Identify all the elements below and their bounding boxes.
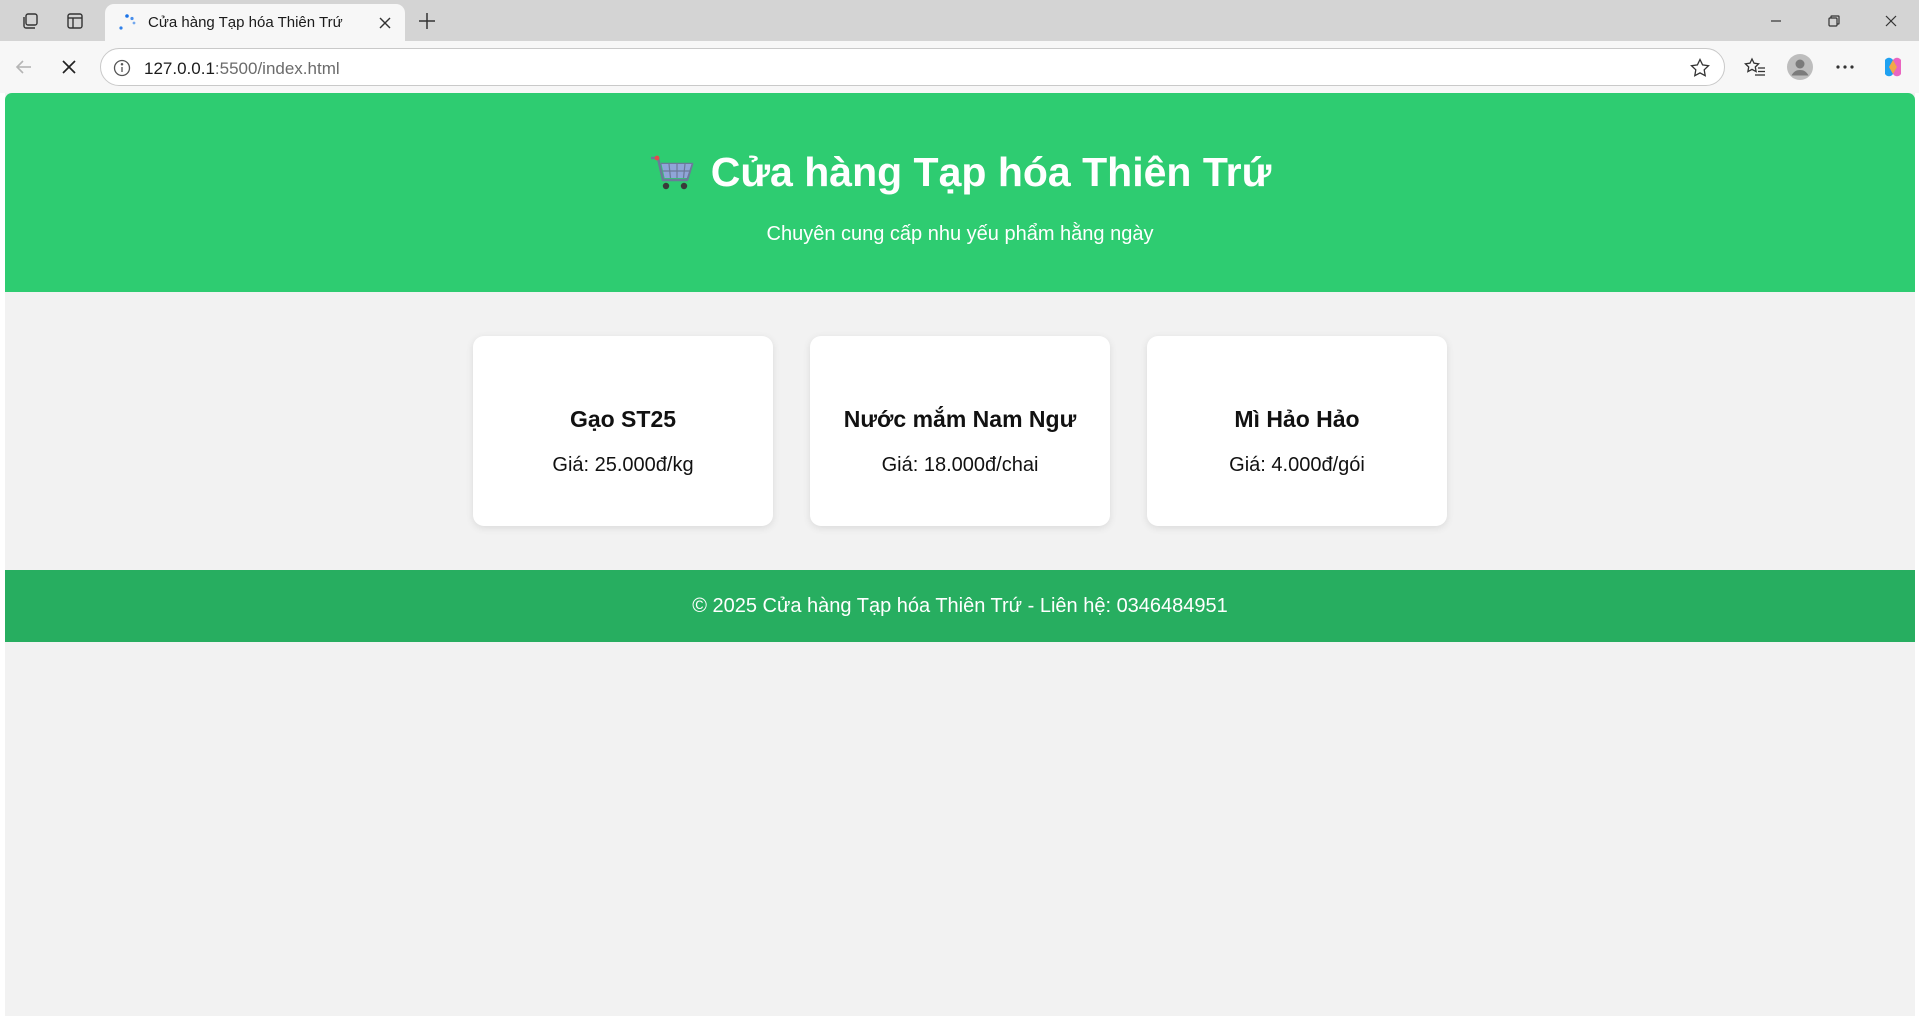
product-card: Nước mắm Nam Ngư Giá: 18.000đ/chai: [810, 336, 1110, 526]
product-name: Mì Hảo Hảo: [1234, 406, 1360, 432]
copilot-icon[interactable]: [1876, 50, 1910, 84]
vertical-tabs-icon[interactable]: [60, 7, 90, 35]
new-tab-icon[interactable]: [412, 7, 442, 35]
page-title: Cửa hàng Tạp hóa Thiên Trứ: [5, 149, 1915, 196]
active-tab[interactable]: Cửa hàng Tạp hóa Thiên Trứ: [105, 4, 405, 41]
profile-avatar-icon[interactable]: [1783, 50, 1817, 84]
tab-strip: Cửa hàng Tạp hóa Thiên Trứ: [0, 0, 1919, 41]
product-list: Gạo ST25 Giá: 25.000đ/kg Nước mắm Nam Ng…: [5, 336, 1915, 526]
browser-viewport: Cửa hàng Tạp hóa Thiên Trứ Chuyên cung c…: [0, 93, 1919, 1018]
product-card: Mì Hảo Hảo Giá: 4.000đ/gói: [1147, 336, 1447, 526]
loading-spinner-icon: [119, 13, 136, 30]
site-info-icon[interactable]: [112, 58, 132, 78]
minimize-icon[interactable]: [1747, 0, 1805, 41]
tab-title: Cửa hàng Tạp hóa Thiên Trứ: [148, 14, 343, 31]
browser-toolbar: 127.0.0.1:5500/index.html: [0, 41, 1919, 93]
product-price: Giá: 18.000đ/chai: [881, 454, 1039, 476]
url-text: 127.0.0.1:5500/index.html: [144, 59, 340, 79]
favorites-icon[interactable]: [1738, 50, 1772, 84]
product-price: Giá: 25.000đ/kg: [552, 454, 694, 476]
page-subtitle: Chuyên cung cấp nhu yếu phẩm hằng ngày: [766, 223, 1154, 245]
url-host: 127.0.0.1: [144, 59, 215, 78]
back-arrow-icon[interactable]: [7, 50, 41, 84]
product-name: Nước mắm Nam Ngư: [843, 406, 1077, 432]
more-menu-icon[interactable]: [1828, 50, 1862, 84]
close-tab-icon[interactable]: [375, 13, 395, 33]
site-header: Cửa hàng Tạp hóa Thiên Trứ Chuyên cung c…: [5, 93, 1915, 292]
favorite-star-icon[interactable]: [1689, 57, 1711, 79]
site-footer: © 2025 Cửa hàng Tạp hóa Thiên Trứ - Liên…: [5, 570, 1915, 642]
product-card: Gạo ST25 Giá: 25.000đ/kg: [473, 336, 773, 526]
page-body: Cửa hàng Tạp hóa Thiên Trứ Chuyên cung c…: [5, 93, 1915, 1016]
close-window-icon[interactable]: [1862, 0, 1919, 41]
shopping-cart-icon: [650, 155, 694, 189]
store-name: Cửa hàng Tạp hóa Thiên Trứ: [710, 149, 1272, 195]
product-price: Giá: 4.000đ/gói: [1229, 454, 1365, 476]
address-bar[interactable]: 127.0.0.1:5500/index.html: [100, 48, 1725, 86]
url-path: :5500/index.html: [214, 59, 340, 78]
stop-loading-icon[interactable]: [52, 50, 86, 84]
product-name: Gạo ST25: [569, 406, 677, 432]
workspaces-icon[interactable]: [15, 7, 45, 35]
restore-icon[interactable]: [1805, 0, 1863, 41]
